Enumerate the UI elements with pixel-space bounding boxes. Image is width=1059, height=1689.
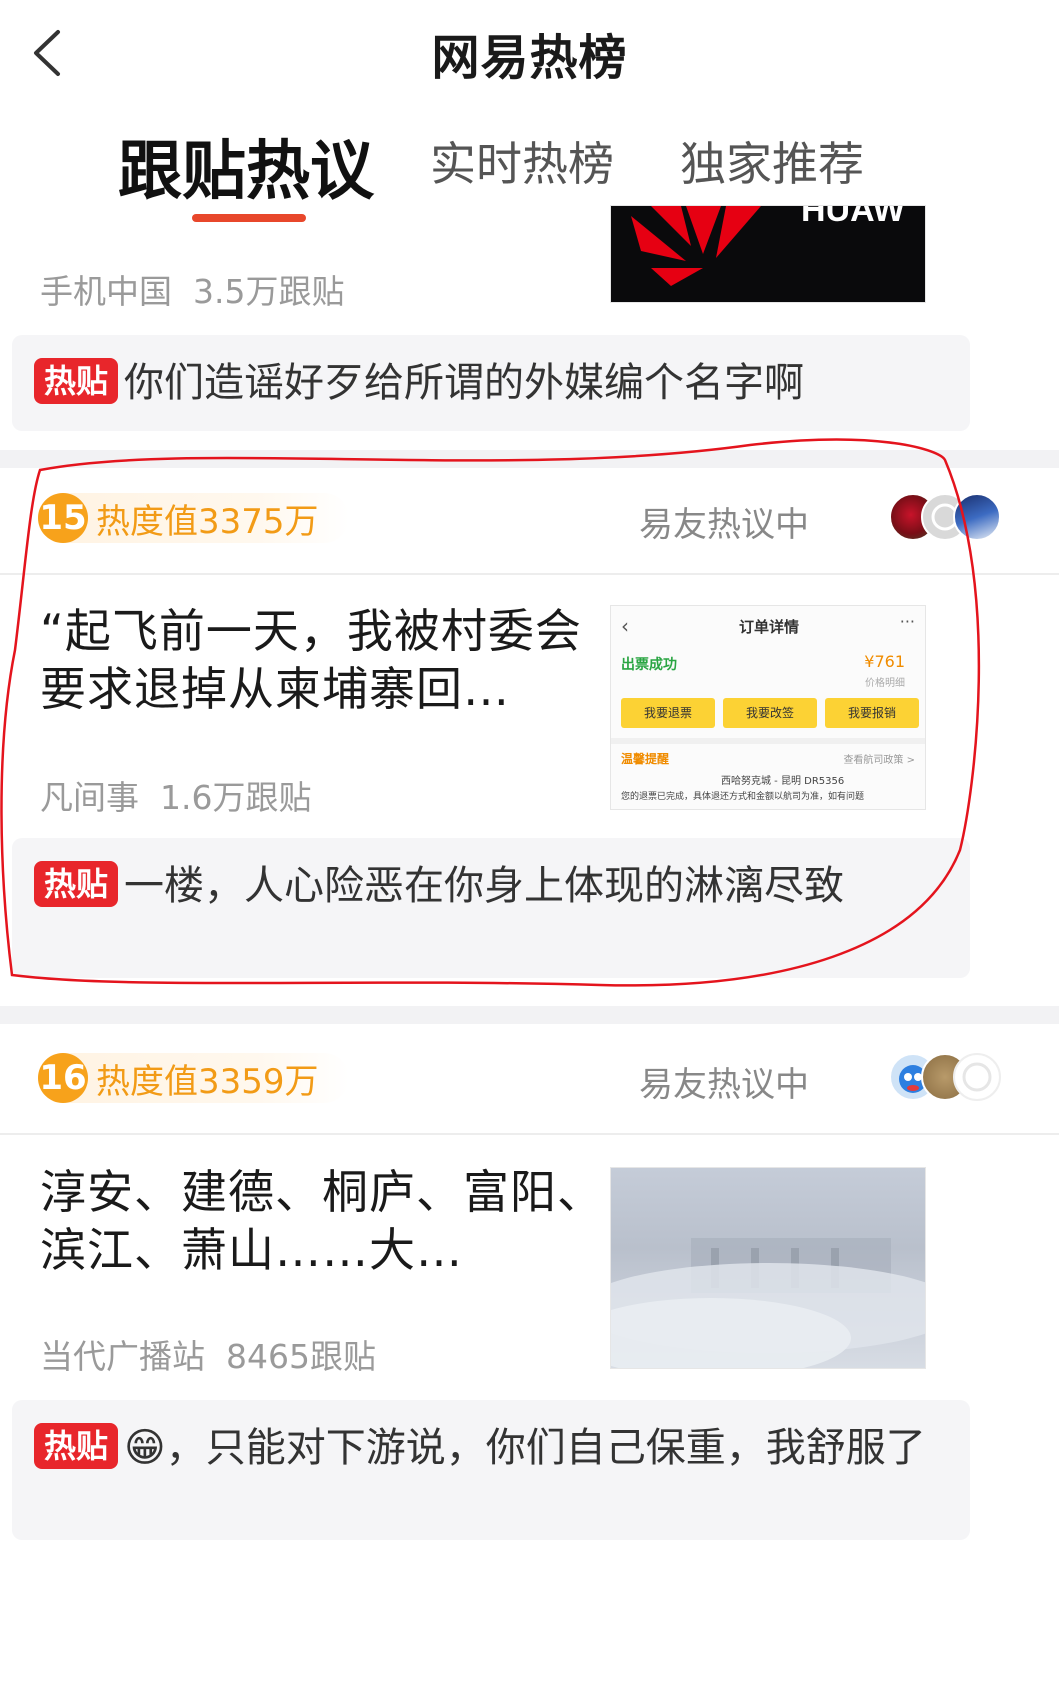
comment-count: 8465跟贴 [225,1337,376,1376]
more-icon: ··· [899,612,915,631]
top-bar: 网易热榜 [0,0,1059,100]
hot-comment[interactable]: 热贴 😁，只能对下游说，你们自己保重，我舒服了 [12,1400,970,1540]
tab-follow-discussion[interactable]: 跟贴热议 [118,120,374,212]
thumb-button: 我要退票 [621,698,715,728]
thumb-notice-link: 查看航司政策 > [843,755,915,766]
thumb-price: ¥761 [864,652,905,671]
news-thumbnail[interactable]: ‹ 订单详情 ··· 出票成功 ¥761 价格明细 我要退票 我要改签 我要报销… [610,605,926,810]
comment-count: 3.5万跟贴 [192,272,345,311]
thumb-route: 西哈努克城 - 昆明 DR5356 [721,776,845,787]
active-tab-indicator [192,214,306,222]
user-avatars [889,1053,1001,1105]
hot-comment-text: ，只能对下游说，你们自己保重，我舒服了 [165,1425,926,1471]
comment-count: 1.6万跟贴 [159,778,312,817]
hot-comment-text: 你们造谣好歹给所谓的外媒编个名字啊 [124,360,805,406]
thumb-title: 订单详情 [738,618,799,636]
discussing-label: 易友热议中 [639,505,809,545]
avatar [953,1053,1001,1101]
thumb-price-detail: 价格明细 [865,678,905,689]
hot-comment[interactable]: 热贴 你们造谣好歹给所谓的外媒编个名字啊 [12,335,970,431]
source-name: 手机中国 [40,272,172,311]
thumb-button: 我要改签 [723,698,817,728]
tab-realtime-hot[interactable]: 实时热榜 [430,128,614,194]
thumb-message: 您的退票已完成，具体退还方式和金额以航司为准，如有问题 [621,792,865,802]
tab-bar: 跟贴热议 实时热榜 独家推荐 [0,110,1059,222]
card-meta: 当代广播站 8465跟贴 [40,1330,376,1378]
divider [0,1133,1059,1135]
tab-exclusive[interactable]: 独家推荐 [680,128,864,194]
hot-comment-text: 一楼，人心险恶在你身上体现的淋漓尽致 [124,863,845,909]
rank-heat-pill: 16 热度值3359万 [38,1053,349,1103]
news-headline[interactable]: “起飞前一天，我被村委会要求退掉从柬埔寨回… [40,602,620,718]
avatar [953,493,1001,541]
hot-post-badge: 热贴 [34,1423,119,1469]
thumb-button: 我要报销 [825,698,919,728]
rank-number: 16 [38,1053,88,1103]
card-divider [0,450,1059,468]
source-name: 当代广播站 [40,1337,205,1376]
thumb-status: 出票成功 [621,657,677,673]
news-thumbnail[interactable] [610,1167,926,1369]
heat-value: 热度值3359万 [96,1061,319,1102]
news-headline[interactable]: 淳安、建德、桐庐、富阳、滨江、萧山……大… [40,1163,620,1279]
rank-heat-pill: 15 热度值3375万 [38,493,349,543]
hot-post-badge: 热贴 [34,358,119,404]
grinning-emoji-icon: 😁 [124,1425,166,1471]
hot-comment[interactable]: 热贴 一楼，人心险恶在你身上体现的淋漓尽致 [12,838,970,978]
source-name: 凡间事 [40,778,139,817]
svg-text:HUAW: HUAW [801,206,906,229]
card-meta: 凡间事 1.6万跟贴 [40,771,311,819]
page-title: 网易热榜 [431,30,628,86]
card-divider [0,1006,1059,1024]
hot-post-badge: 热贴 [34,861,119,907]
rank-number: 15 [38,493,88,543]
discussing-label: 易友热议中 [639,1065,809,1105]
user-avatars [889,493,1001,545]
card-meta: 手机中国 3.5万跟贴 [40,265,344,313]
heat-value: 热度值3375万 [96,501,319,542]
news-thumbnail[interactable]: HUAW [610,205,926,303]
thumb-notice: 温馨提醒 [621,752,670,766]
divider [0,573,1059,575]
